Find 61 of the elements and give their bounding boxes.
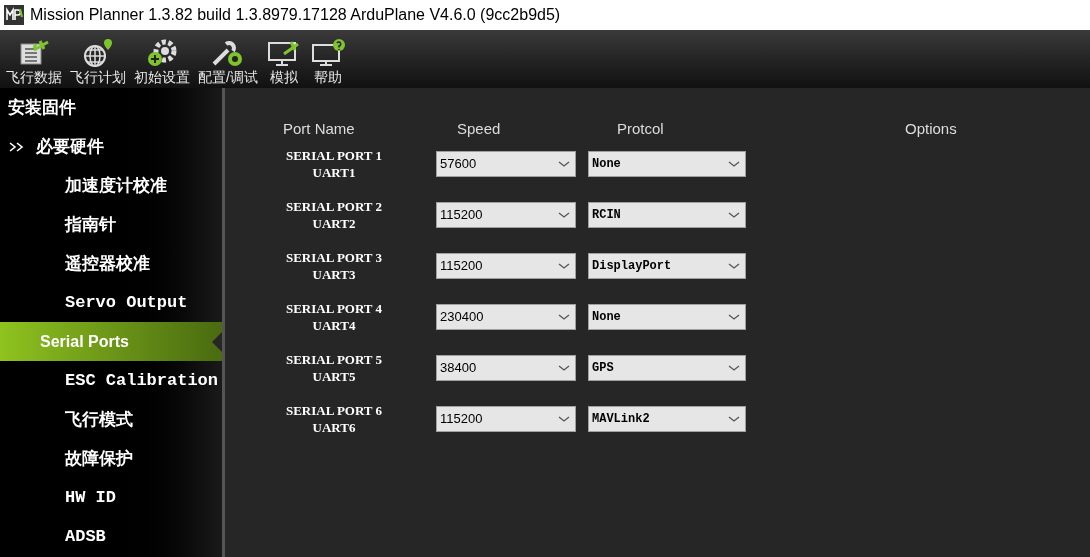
app-logo-icon (4, 5, 24, 25)
port-name: SERIAL PORT 2 (285, 198, 383, 215)
sidebar-item[interactable]: HW ID (0, 478, 222, 517)
sidebar-item[interactable]: 遥控器校准 (0, 244, 222, 283)
toolbar-button[interactable]: 飞行数据 (4, 38, 64, 86)
protocol-dropdown[interactable]: GPS (588, 355, 746, 381)
sidebar-item[interactable]: Servo Output (0, 283, 222, 322)
uart-name: UART4 (312, 317, 356, 334)
uart-name: UART5 (312, 368, 356, 385)
protocol-dropdown[interactable]: None (588, 304, 746, 330)
chevron-down-icon (727, 261, 741, 271)
port-name: SERIAL PORT 5 (285, 351, 383, 368)
uart-name: UART6 (312, 419, 356, 436)
uart-name: UART1 (312, 164, 356, 181)
chevron-down-icon (557, 363, 571, 373)
toolbar-button[interactable]: 帮助 (307, 38, 348, 86)
sidebar-item[interactable]: 指南针 (0, 205, 222, 244)
sidebar-item[interactable]: 加速度计校准 (0, 166, 222, 205)
monitor-help-icon (309, 38, 346, 68)
sidebar-item[interactable]: 飞行模式 (0, 400, 222, 439)
sidebar-item[interactable]: 安装固件 (0, 88, 222, 127)
column-header: Options (905, 118, 957, 139)
chevron-down-icon (727, 414, 741, 424)
sidebar-item[interactable]: ADSB (0, 517, 222, 556)
chevron-down-icon (557, 159, 571, 169)
port-name: SERIAL PORT 6 (285, 402, 383, 419)
selection-notch-icon (212, 332, 222, 352)
toolbar-button[interactable]: 初始设置 (132, 38, 192, 86)
protocol-dropdown[interactable]: RCIN (588, 202, 746, 228)
chevron-down-icon (557, 210, 571, 220)
sidebar-item[interactable]: 必要硬件 (0, 127, 222, 166)
column-header: Speed (457, 118, 502, 139)
speed-dropdown[interactable]: 115200 (436, 253, 576, 279)
port-name: SERIAL PORT 3 (285, 249, 383, 266)
speed-dropdown[interactable]: 38400 (436, 355, 576, 381)
chevron-down-icon (727, 312, 741, 322)
chevron-down-icon (727, 210, 741, 220)
window-title: Mission Planner 1.3.82 build 1.3.8979.17128 ArduPlane V4.6.0 (9cc2b9d5) (30, 5, 561, 25)
speed-dropdown[interactable]: 57600 (436, 151, 576, 177)
port-name: SERIAL PORT 4 (285, 300, 383, 317)
port-name: SERIAL PORT 1 (285, 147, 383, 164)
protocol-dropdown[interactable]: DisplayPort (588, 253, 746, 279)
toolbar-button[interactable]: 飞行计划 (68, 38, 128, 86)
chevron-down-icon (557, 261, 571, 271)
toolbar-button[interactable]: 配置/调试 (196, 38, 260, 86)
speed-dropdown[interactable]: 115200 (436, 406, 576, 432)
sidebar-item[interactable]: ESC Calibration (0, 361, 222, 400)
uart-name: UART3 (312, 266, 356, 283)
uart-name: UART2 (312, 215, 356, 232)
chevron-down-icon (557, 414, 571, 424)
column-header: Port Name (283, 118, 356, 139)
speed-dropdown[interactable]: 115200 (436, 202, 576, 228)
chevron-down-icon (727, 159, 741, 169)
protocol-dropdown[interactable]: None (588, 151, 746, 177)
chevron-down-icon (727, 363, 741, 373)
sidebar-item[interactable]: 故障保护 (0, 439, 222, 478)
protocol-dropdown[interactable]: MAVLink2 (588, 406, 746, 432)
chevron-down-icon (557, 312, 571, 322)
toolbar-button[interactable]: 模拟 (263, 38, 304, 86)
column-header: Protcol (617, 118, 665, 139)
speed-dropdown[interactable]: 230400 (436, 304, 576, 330)
